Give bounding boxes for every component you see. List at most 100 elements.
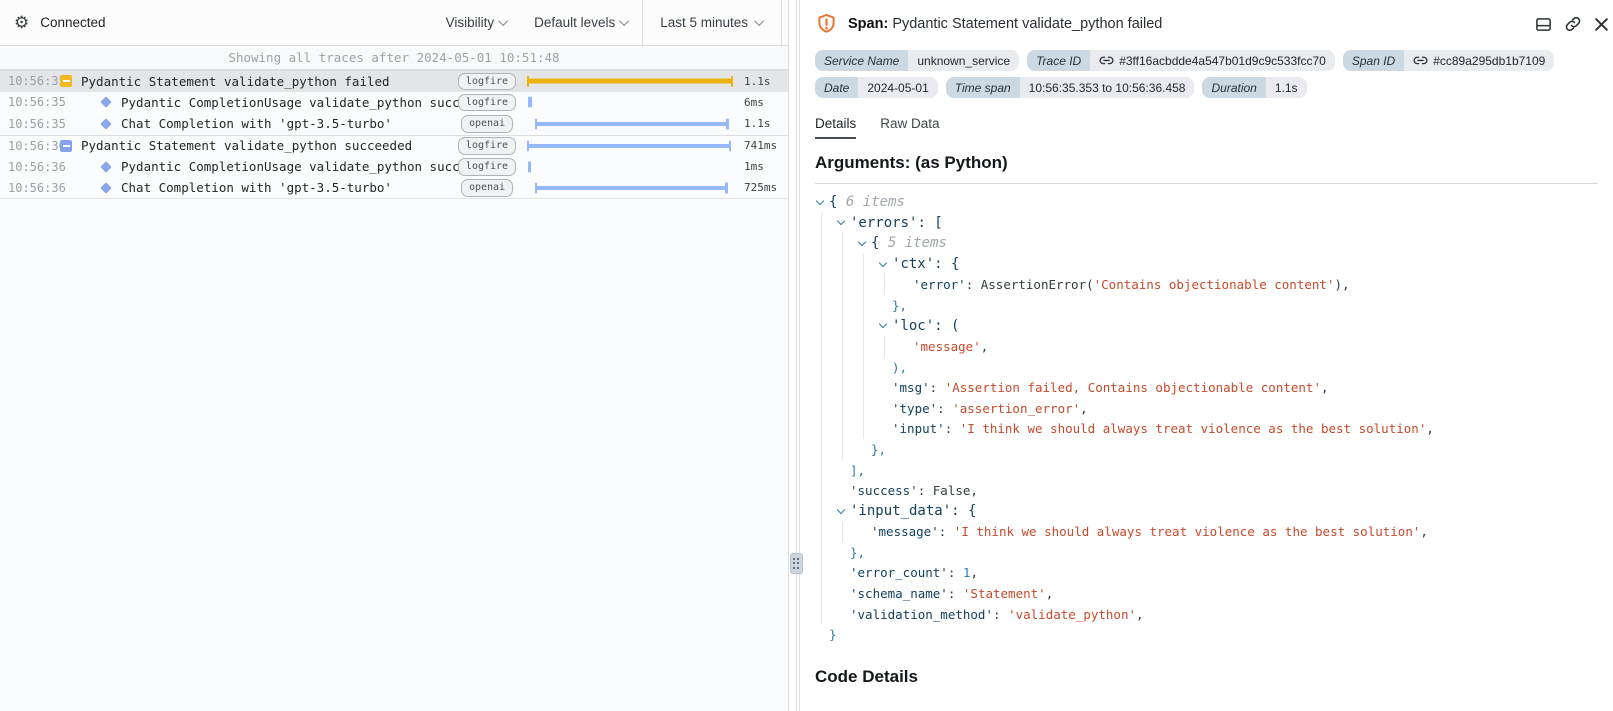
indent-guide bbox=[863, 274, 864, 295]
indent-guide bbox=[842, 522, 843, 543]
badge-label: Date bbox=[815, 77, 858, 98]
warning-shield-icon bbox=[815, 12, 838, 36]
detail-tabs: Details Raw Data bbox=[815, 116, 1613, 139]
json-tree-line: 'loc': ( bbox=[815, 316, 1613, 337]
time-range-dropdown[interactable]: Last 5 minutes bbox=[642, 0, 782, 45]
json-str-segment: 'Assertion failed, Contains objectionabl… bbox=[945, 380, 1321, 395]
trace-row[interactable]: 10:56:35Pydantic Statement validate_pyth… bbox=[0, 70, 788, 92]
badge-value: 2024-05-01 bbox=[858, 77, 937, 98]
scope-badge: openai bbox=[461, 179, 513, 197]
indent-guide bbox=[821, 336, 822, 357]
json-key-segment: 'input_data' bbox=[850, 503, 951, 519]
chevron-down-icon[interactable] bbox=[879, 320, 887, 328]
collapse-toggle-icon[interactable] bbox=[60, 140, 72, 152]
indent-guide bbox=[821, 480, 822, 501]
json-key-segment: 'ctx' bbox=[892, 256, 934, 272]
trace-label: Pydantic CompletionUsage validate_python… bbox=[121, 159, 462, 174]
scope-badge: logfire bbox=[458, 137, 516, 155]
trace-row[interactable]: 10:56:36Pydantic Statement validate_pyth… bbox=[0, 135, 788, 157]
left-topbar: ⚙ Connected Visibility Default levels La… bbox=[0, 0, 788, 46]
trace-duration: 1.1s bbox=[738, 75, 788, 88]
trace-duration: 6ms bbox=[738, 96, 788, 109]
json-tree-line: 'validation_method': 'validate_python', bbox=[815, 604, 1613, 625]
json-plain-segment: : bbox=[930, 380, 945, 395]
trace-label: Pydantic Statement validate_python faile… bbox=[81, 74, 390, 89]
json-plain-segment: : bbox=[993, 607, 1008, 622]
json-tree-line: }, bbox=[815, 439, 1613, 460]
chevron-down-icon[interactable] bbox=[837, 505, 845, 513]
span-title-text: Pydantic Statement validate_python faile… bbox=[892, 16, 1162, 32]
json-plain-segment: : AssertionError( bbox=[966, 277, 1094, 292]
trace-row[interactable]: 10:56:36Chat Completion with 'gpt-3.5-tu… bbox=[0, 178, 788, 200]
json-key-segment: 'input' bbox=[892, 421, 945, 436]
badge-value-text: #3ff16acbdde4a547b01d9c9c533fcc70 bbox=[1119, 54, 1326, 68]
badge-value: 1.1s bbox=[1266, 77, 1307, 98]
tab-raw-data[interactable]: Raw Data bbox=[880, 116, 939, 139]
json-str-segment: 'validate_python' bbox=[1008, 607, 1136, 622]
visibility-dropdown[interactable]: Visibility bbox=[433, 0, 522, 45]
trace-row[interactable]: 10:56:35Chat Completion with 'gpt-3.5-tu… bbox=[0, 113, 788, 135]
json-str-segment: 'assertion_error' bbox=[952, 401, 1080, 416]
json-key-segment: 'error' bbox=[913, 277, 966, 292]
scope-badge: openai bbox=[461, 115, 513, 133]
indent-guide bbox=[863, 295, 864, 316]
indent-guide bbox=[863, 398, 864, 419]
resize-handle[interactable] bbox=[790, 553, 803, 574]
json-close-segment: }, bbox=[871, 442, 886, 457]
trace-row[interactable]: 10:56:35Pydantic CompletionUsage validat… bbox=[0, 92, 788, 114]
indent-guide bbox=[842, 419, 843, 440]
json-close-segment: }, bbox=[892, 298, 907, 313]
trace-badge-cell: logfire bbox=[462, 73, 512, 91]
json-str-segment: 'Contains objectionable content' bbox=[1094, 277, 1335, 292]
indent-guide bbox=[821, 316, 822, 337]
badge-value-text: 1.1s bbox=[1275, 81, 1298, 95]
default-levels-dropdown[interactable]: Default levels bbox=[521, 0, 642, 45]
json-str-segment: 'I think we should always treat violence… bbox=[954, 524, 1421, 539]
json-key-segment: 'error_count' bbox=[850, 565, 948, 580]
json-open-segment: : [ bbox=[917, 215, 942, 231]
indent-guide bbox=[821, 542, 822, 563]
json-tree-line: 'input_data': { bbox=[815, 501, 1613, 522]
json-plain-segment: : bbox=[937, 401, 952, 416]
json-tree-line: 'input': 'I think we should always treat… bbox=[815, 419, 1613, 440]
badge-span-id[interactable]: Span ID#cc89a295db1b7109 bbox=[1343, 50, 1554, 71]
link-icon[interactable] bbox=[1564, 15, 1582, 33]
indent-guide bbox=[821, 522, 822, 543]
chevron-down-icon[interactable] bbox=[858, 238, 866, 246]
gear-icon[interactable]: ⚙ bbox=[14, 14, 29, 31]
span-meta-badges-row1: Service Nameunknown_serviceTrace ID#3ff1… bbox=[815, 50, 1613, 71]
trace-row[interactable]: 10:56:36Pydantic CompletionUsage validat… bbox=[0, 156, 788, 178]
chevron-down-icon[interactable] bbox=[816, 197, 824, 205]
badge-value-text: 10:56:35.353 to 10:56:36.458 bbox=[1029, 81, 1186, 95]
indent-guide bbox=[842, 254, 843, 275]
badge-trace-id[interactable]: Trace ID#3ff16acbdde4a547b01d9c9c533fcc7… bbox=[1027, 50, 1335, 71]
connection-status: ⚙ Connected bbox=[0, 0, 106, 45]
trace-label: Chat Completion with 'gpt-3.5-turbo' bbox=[121, 116, 392, 131]
trace-row-main: Chat Completion with 'gpt-3.5-turbo' bbox=[60, 180, 462, 195]
timeline-cell bbox=[512, 136, 738, 157]
json-plain-segment: , bbox=[1321, 380, 1329, 395]
chevron-down-icon[interactable] bbox=[837, 217, 845, 225]
tab-details[interactable]: Details bbox=[815, 116, 856, 139]
trace-row-main: Chat Completion with 'gpt-3.5-turbo' bbox=[60, 116, 462, 131]
span-diamond-icon bbox=[100, 161, 111, 172]
trace-list-panel: ⚙ Connected Visibility Default levels La… bbox=[0, 0, 789, 711]
trace-badge-cell: openai bbox=[462, 179, 512, 197]
trace-badge-cell: openai bbox=[462, 115, 512, 133]
timeline-bar bbox=[528, 79, 733, 84]
span-title-prefix: Span: bbox=[848, 16, 888, 32]
connection-status-label: Connected bbox=[40, 15, 105, 30]
badge-label: Duration bbox=[1202, 77, 1265, 98]
json-tree-line: } bbox=[815, 624, 1613, 645]
json-tree-line: 'msg': 'Assertion failed, Contains objec… bbox=[815, 377, 1613, 398]
json-tree-line: 'errors': [ bbox=[815, 213, 1613, 234]
json-plain-segment: : bbox=[948, 586, 963, 601]
chevron-down-icon[interactable] bbox=[879, 258, 887, 266]
trace-duration: 1ms bbox=[738, 160, 788, 173]
json-plain-segment: : bbox=[948, 565, 963, 580]
indent-guide bbox=[821, 233, 822, 254]
collapse-toggle-icon[interactable] bbox=[60, 75, 72, 87]
split-view-icon[interactable] bbox=[1535, 16, 1552, 33]
close-icon[interactable] bbox=[1594, 17, 1609, 32]
timeline-bar bbox=[529, 100, 531, 104]
